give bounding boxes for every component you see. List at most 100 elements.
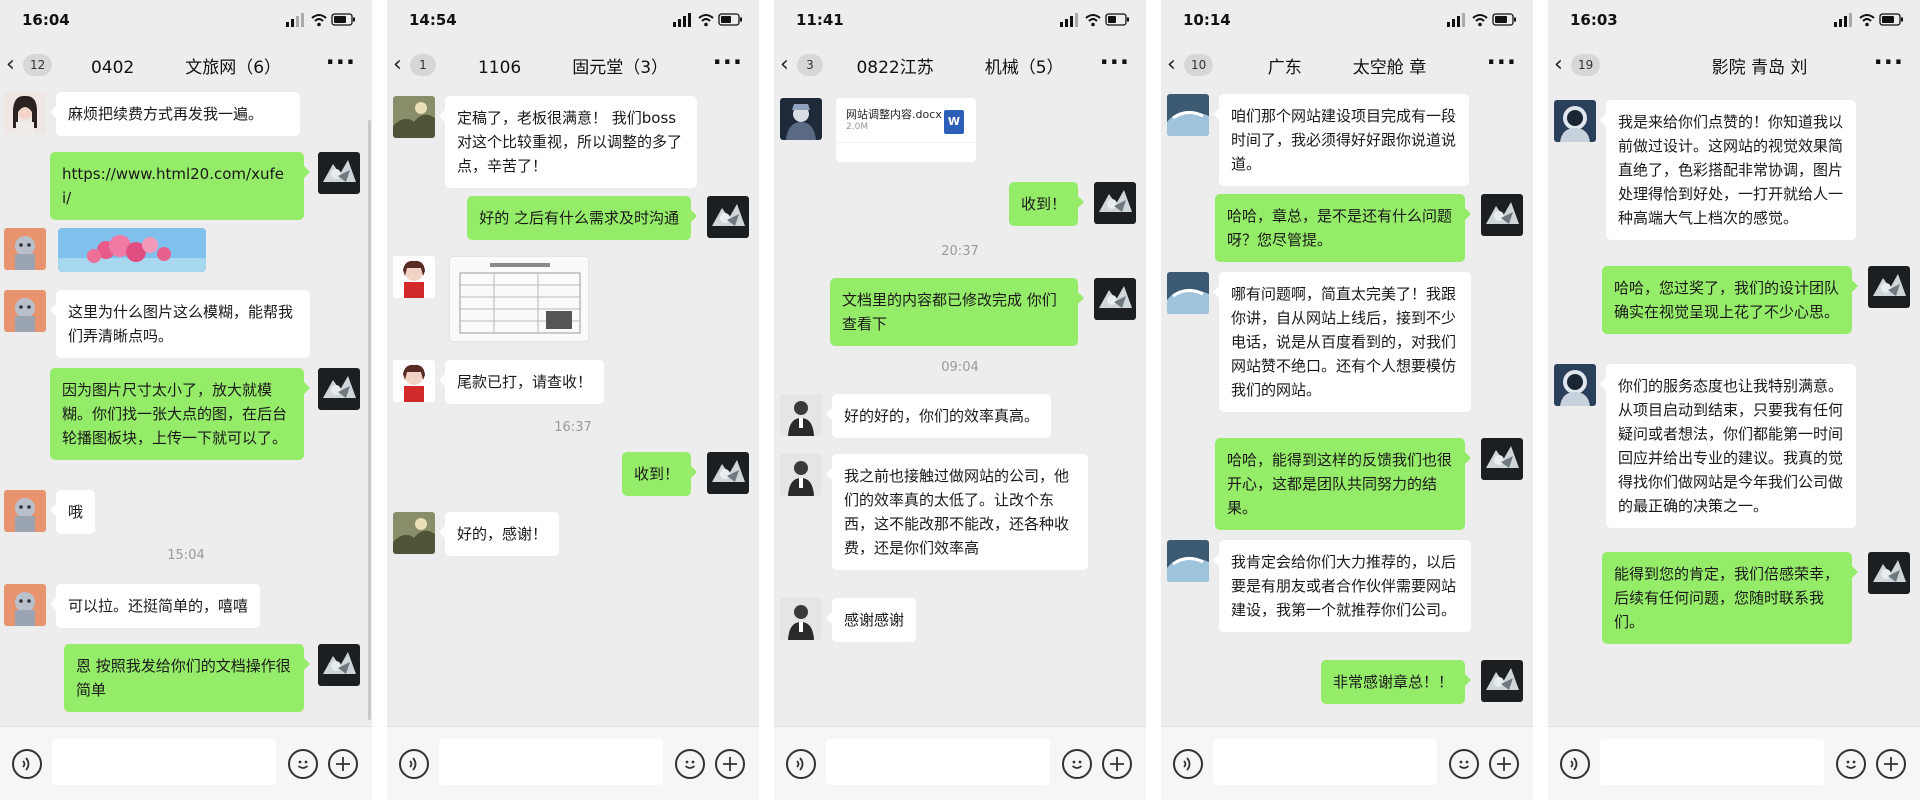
status-icons [1834, 13, 1903, 27]
status-bar: 10:14 [1161, 0, 1533, 40]
message-bubble: 好的好的，你们的效率真高。 [825, 394, 1052, 438]
avatar[interactable] [318, 368, 360, 410]
avatar[interactable] [780, 454, 822, 496]
more-icon[interactable]: ··· [326, 48, 356, 76]
status-bar: 14:54 [387, 0, 759, 40]
unread-count: 3 [797, 54, 823, 76]
avatar[interactable] [1094, 182, 1136, 224]
message-bubble: 好的，感谢！ [438, 512, 560, 556]
image-message[interactable] [449, 256, 589, 342]
file-message[interactable]: 网站调整内容.docx 2.0M W [836, 98, 976, 162]
emoji-icon[interactable] [1449, 749, 1479, 779]
emoji-icon[interactable] [288, 749, 318, 779]
message-bubble: 定稿了，老板很满意！ 我们boss对这个比较重视，所以调整的多了点，辛苦了！ [439, 96, 697, 188]
message-bubble: 咱们那个网站建设项目完成有一段时间了，我必须得好好跟你说道说道。 [1213, 94, 1469, 186]
voice-icon[interactable] [1173, 749, 1203, 779]
avatar[interactable] [1167, 272, 1209, 314]
message-bubble: 哈哈，能得到这样的反馈我们也很开心，这都是团队共同努力的结果。 [1215, 438, 1471, 530]
message-bubble: 这里为什么图片这么模糊，能帮我们弄清晰点吗。 [50, 290, 310, 358]
unread-count: 1 [410, 54, 436, 76]
avatar[interactable] [1868, 266, 1910, 308]
avatar[interactable] [1554, 364, 1596, 406]
message-input[interactable] [1213, 739, 1437, 785]
plus-icon[interactable] [1489, 749, 1519, 779]
avatar[interactable] [780, 598, 822, 640]
plus-icon[interactable] [715, 749, 745, 779]
avatar[interactable] [393, 360, 435, 402]
voice-icon[interactable] [399, 749, 429, 779]
plus-icon[interactable] [1102, 749, 1132, 779]
message-row: 好的 之后有什么需求及时沟通 [393, 196, 753, 240]
avatar[interactable] [1481, 438, 1523, 480]
message-bubble[interactable]: https://www.html20.com/xufei/ [50, 152, 310, 220]
timestamp: 15:04 [167, 548, 205, 563]
message-row: 我肯定会给你们大力推荐的，以后要是有朋友或者合作伙伴需要网站建设，我第一个就推荐… [1167, 540, 1527, 648]
avatar[interactable] [1167, 94, 1209, 136]
input-bar [0, 726, 372, 800]
status-icons [286, 13, 355, 27]
wifi-icon [698, 14, 714, 27]
emoji-icon[interactable] [1836, 749, 1866, 779]
avatar[interactable] [1481, 660, 1523, 702]
avatar[interactable] [780, 394, 822, 436]
signal-icon [1447, 13, 1465, 27]
status-time: 16:03 [1570, 11, 1618, 29]
message-input[interactable] [439, 739, 663, 785]
more-icon[interactable]: ··· [1100, 48, 1130, 76]
avatar[interactable] [780, 98, 822, 140]
avatar[interactable] [4, 490, 46, 532]
message-row [393, 256, 753, 344]
message-input[interactable] [826, 739, 1050, 785]
file-size: 2.0M [846, 122, 869, 132]
avatar[interactable] [318, 152, 360, 194]
message-input[interactable] [1600, 739, 1824, 785]
timestamp: 16:37 [554, 420, 592, 435]
avatar[interactable] [4, 228, 46, 270]
voice-icon[interactable] [12, 749, 42, 779]
message-bubble: 收到！ [1008, 182, 1085, 226]
plus-icon[interactable] [1876, 749, 1906, 779]
avatar[interactable] [1868, 552, 1910, 594]
voice-icon[interactable] [1560, 749, 1590, 779]
avatar[interactable] [318, 644, 360, 686]
status-time: 11:41 [796, 11, 844, 29]
message-row: 收到！ [393, 452, 753, 496]
back-chevron-icon: ‹ [1167, 52, 1176, 77]
chat-navbar: ‹ 10 广东 太空舱 章 ··· [1161, 40, 1533, 90]
avatar[interactable] [393, 256, 435, 298]
avatar[interactable] [1094, 278, 1136, 320]
avatar[interactable] [1554, 100, 1596, 142]
avatar[interactable] [393, 96, 435, 138]
chat-title: 0822江苏 机械（5） [856, 58, 1064, 78]
emoji-icon[interactable] [1062, 749, 1092, 779]
avatar[interactable] [4, 584, 46, 626]
plus-icon[interactable] [328, 749, 358, 779]
message-row: 好的好的，你们的效率真高。 [780, 394, 1140, 438]
avatar[interactable] [1167, 540, 1209, 582]
avatar[interactable] [1481, 194, 1523, 236]
message-input[interactable] [52, 739, 276, 785]
emoji-icon[interactable] [675, 749, 705, 779]
input-bar [1161, 726, 1533, 800]
message-row: 因为图片尺寸太小了，放大就模糊。你们找一张大点的图，在后台轮播图板块，上传一下就… [4, 368, 364, 478]
avatar[interactable] [707, 196, 749, 238]
message-bubble: 非常感谢章总！！ [1320, 660, 1472, 704]
message-row: 非常感谢章总！！ [1167, 660, 1527, 704]
more-icon[interactable]: ··· [713, 48, 743, 76]
more-icon[interactable]: ··· [1874, 48, 1904, 76]
scrollbar[interactable] [368, 120, 371, 720]
message-row: 哈哈，您过奖了，我们的设计团队确实在视觉呈现上花了不少心思。 [1554, 266, 1914, 350]
chat-screen-2: 14:54 ‹ 1 1106 固元堂（3） ··· 定稿了，老板很满意！ 我们b… [387, 0, 759, 800]
message-row: 哈哈，章总，是不是还有什么问题呀？您尽管提。 [1167, 194, 1527, 262]
avatar[interactable] [4, 92, 46, 134]
avatar[interactable] [707, 452, 749, 494]
message-row: 哪有问题啊，简直太完美了！我跟你讲，自从网站上线后，接到不少电话，说是从百度看到… [1167, 272, 1527, 412]
avatar[interactable] [4, 290, 46, 332]
more-icon[interactable]: ··· [1487, 48, 1517, 76]
signal-icon [673, 13, 691, 27]
message-bubble: 麻烦把续费方式再发我一遍。 [50, 92, 300, 136]
image-message[interactable] [58, 228, 206, 272]
voice-icon[interactable] [786, 749, 816, 779]
avatar[interactable] [393, 512, 435, 554]
status-bar: 11:41 [774, 0, 1146, 40]
